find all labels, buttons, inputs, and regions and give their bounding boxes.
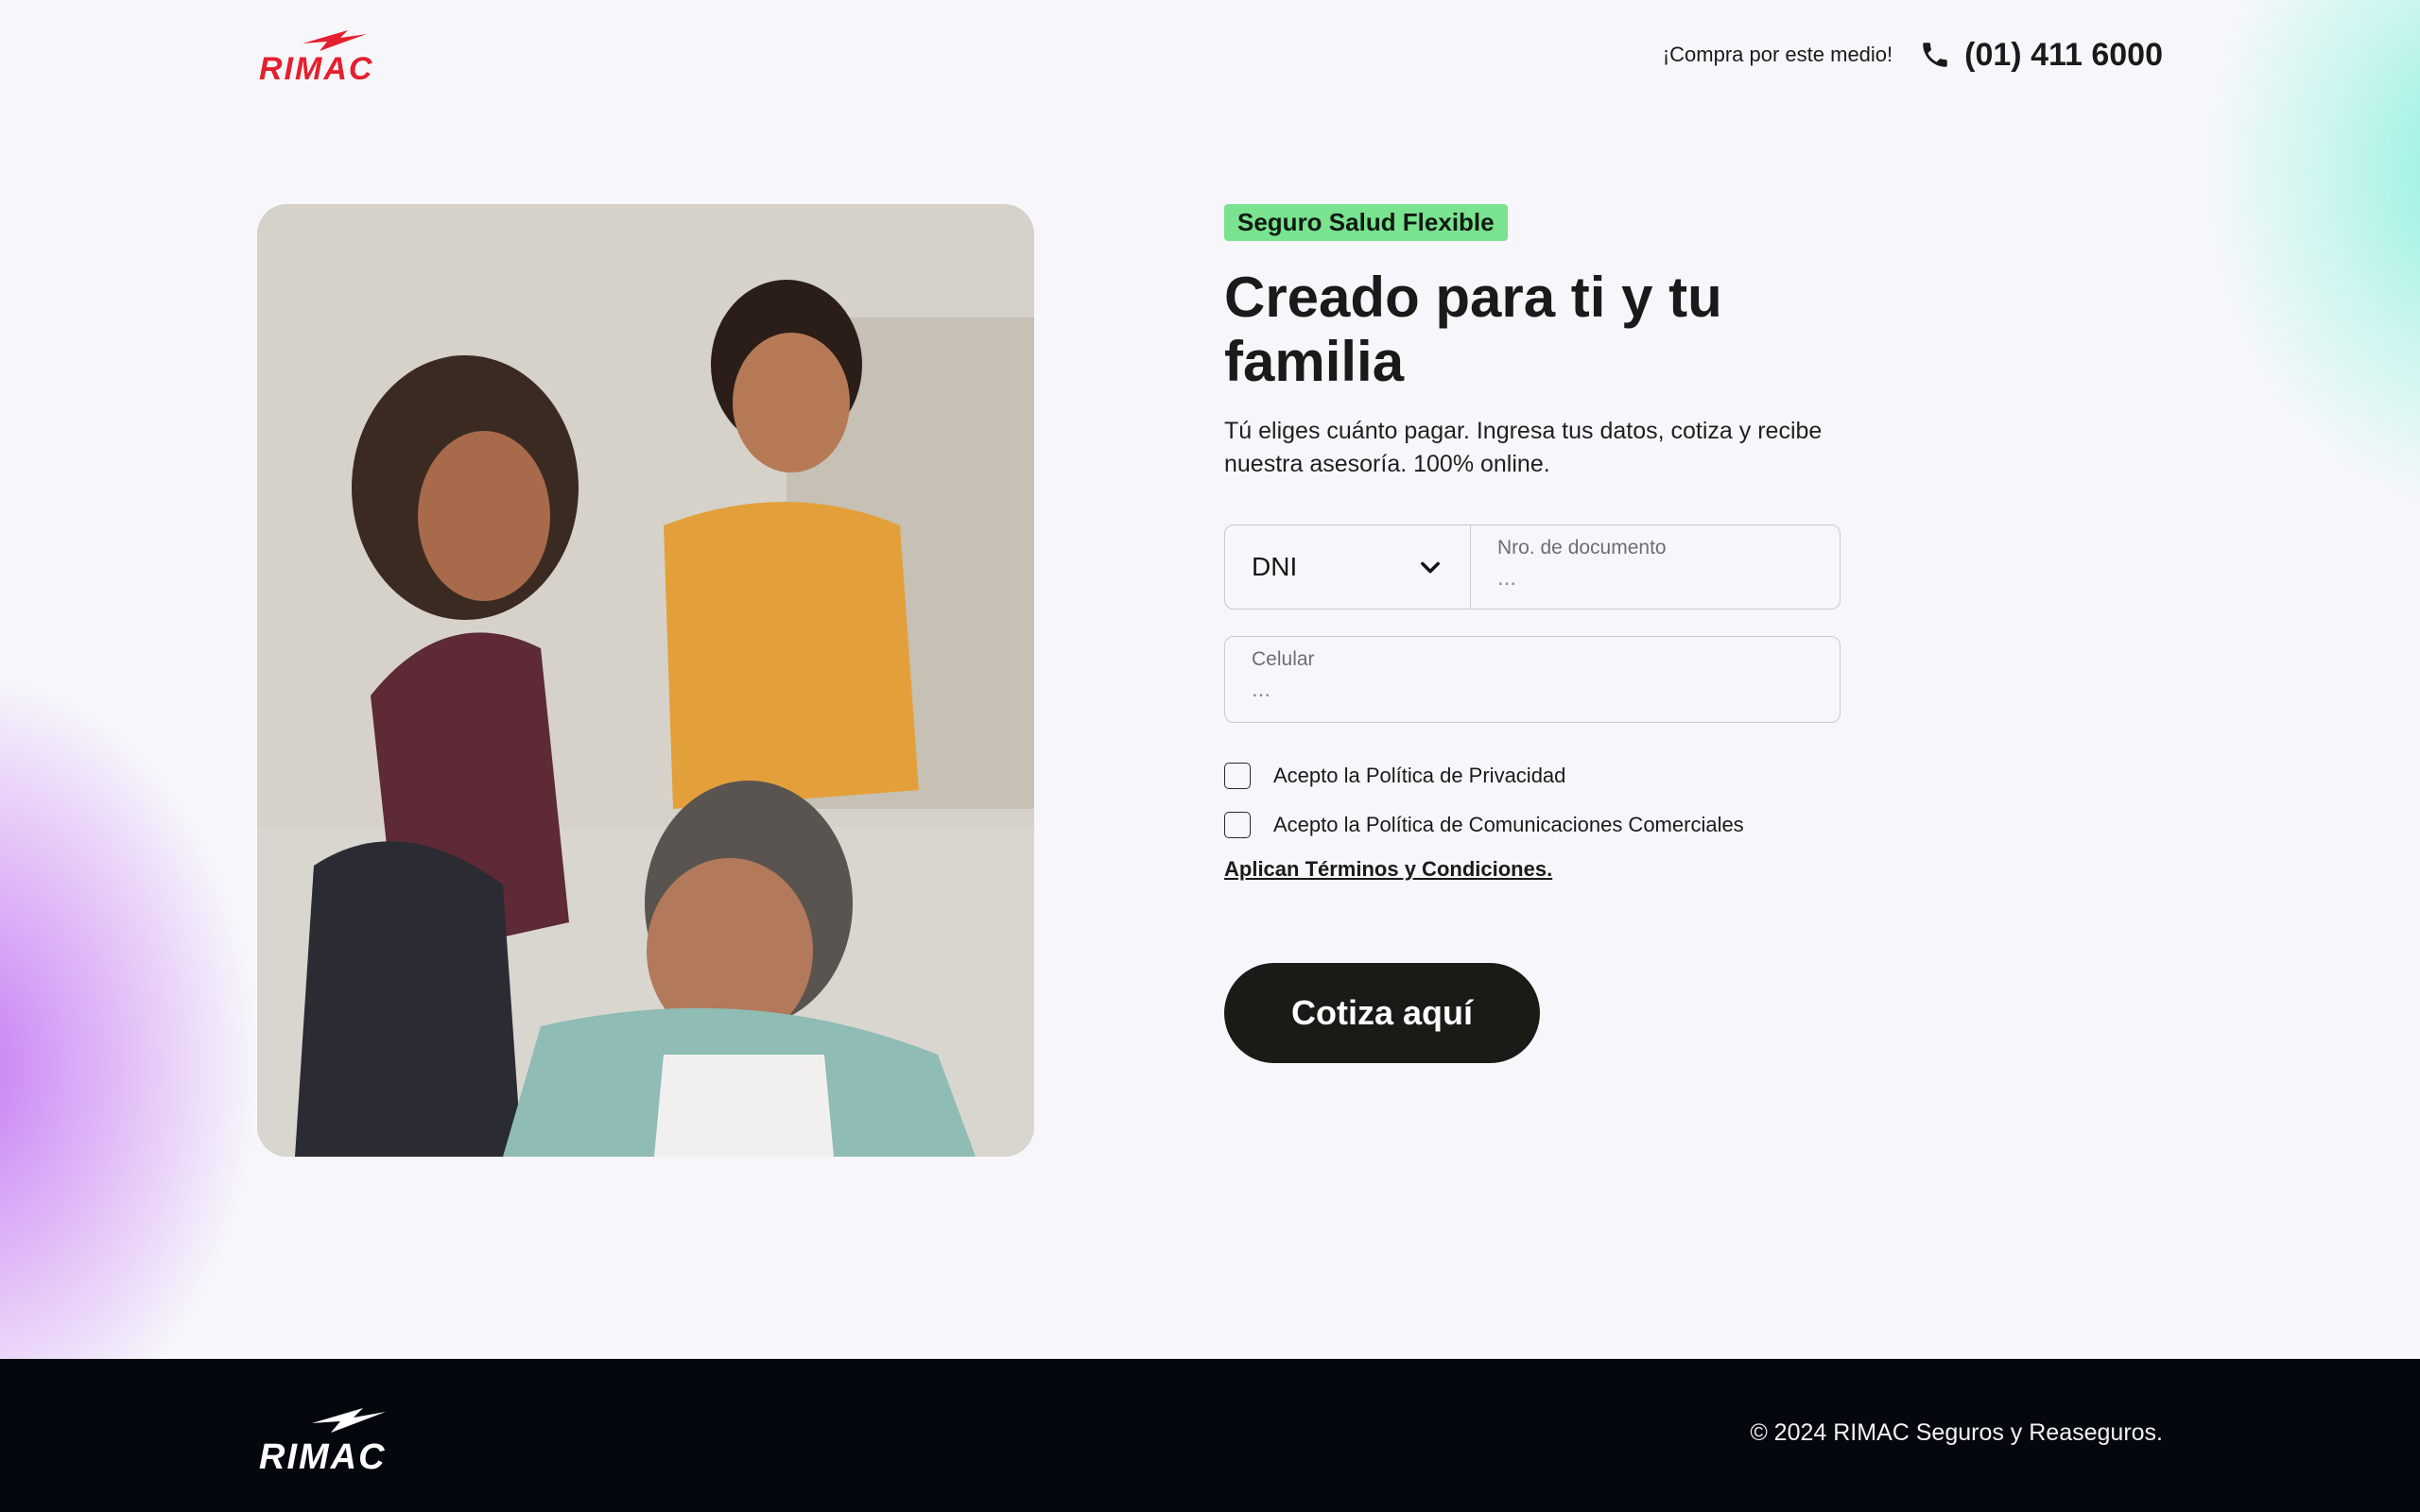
consent-checkboxes: Acepto la Política de Privacidad Acepto …: [1224, 751, 1841, 850]
copyright-text: © 2024 RIMAC Seguros y Reaseguros.: [1750, 1419, 2163, 1446]
hero-section: Seguro Salud Flexible Creado para ti y t…: [257, 204, 2163, 1157]
page-title: Creado para ti y tu familia: [1224, 266, 1722, 393]
commercial-checkbox-label[interactable]: Acepto la Política de Comunicaciones Com…: [1273, 813, 1744, 837]
commercial-consent-row: Acepto la Política de Comunicaciones Com…: [1224, 800, 1841, 850]
footer: RIMAC © 2024 RIMAC Seguros y Reaseguros.: [0, 1359, 2420, 1512]
document-field-group: DNI Nro. de documento: [1224, 524, 1841, 610]
page-subtitle: Tú eliges cuánto pagar. Ingresa tus dato…: [1224, 418, 1823, 477]
contact-area: ¡Compra por este medio! (01) 411 6000: [1663, 25, 2163, 85]
phone-field: Celular: [1224, 636, 1841, 723]
promo-text: ¡Compra por este medio!: [1662, 43, 1893, 66]
phone-input[interactable]: [1252, 677, 1813, 703]
document-number-label: Nro. de documento: [1497, 537, 1667, 558]
terms-link[interactable]: Aplican Términos y Condiciones.: [1224, 857, 1552, 882]
quote-submit-button[interactable]: Cotiza aquí: [1224, 963, 1540, 1063]
header: RIMAC ¡Compra por este medio! (01) 411 6…: [257, 25, 2163, 85]
commercial-checkbox[interactable]: [1224, 812, 1251, 838]
phone-number-link[interactable]: (01) 411 6000: [1964, 37, 2163, 74]
chevron-down-icon: [1421, 561, 1440, 574]
footer-logo-wordmark: RIMAC: [259, 1437, 387, 1476]
document-type-select[interactable]: DNI: [1225, 525, 1471, 609]
privacy-checkbox-label[interactable]: Acepto la Política de Privacidad: [1273, 764, 1565, 788]
family-photo-illustration: [257, 204, 1034, 1157]
document-type-value: DNI: [1252, 552, 1298, 581]
family-photo: [257, 204, 1034, 1157]
logo-wordmark: RIMAC: [259, 51, 373, 85]
rimac-logo[interactable]: RIMAC: [257, 25, 389, 85]
product-badge: Seguro Salud Flexible: [1224, 204, 1508, 241]
phone-icon: [1923, 43, 1947, 67]
document-number-input[interactable]: [1497, 565, 1813, 592]
document-number-field: Nro. de documento: [1471, 525, 1840, 609]
quote-form: Seguro Salud Flexible Creado para ti y t…: [1224, 204, 1841, 1063]
privacy-checkbox[interactable]: [1224, 763, 1251, 789]
phone-label: Celular: [1252, 648, 1315, 670]
footer-rimac-logo[interactable]: RIMAC: [257, 1400, 408, 1476]
privacy-consent-row: Acepto la Política de Privacidad: [1224, 751, 1841, 800]
